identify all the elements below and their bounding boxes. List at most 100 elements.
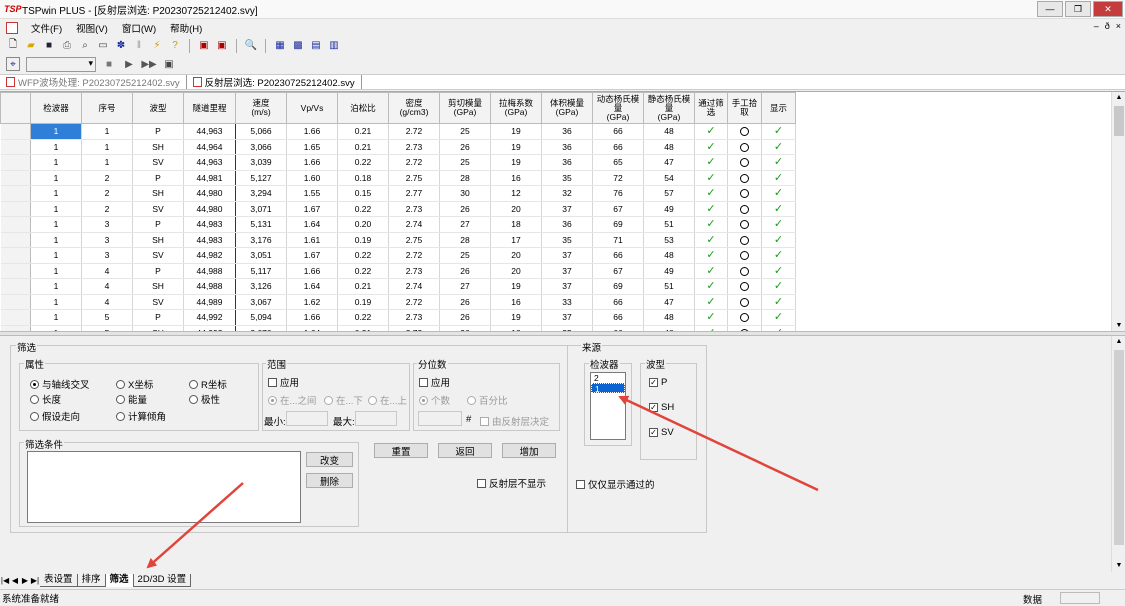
table-cell[interactable]: 2.72 — [388, 154, 440, 171]
table-cell[interactable]: 0.22 — [337, 247, 389, 264]
prev-sheet-icon[interactable]: ◀ — [10, 576, 20, 585]
table-cell[interactable]: 48 — [643, 309, 695, 326]
table-cell[interactable]: 37 — [541, 263, 593, 279]
show-check-cell[interactable]: ✓ — [761, 170, 796, 186]
checkbox[interactable] — [477, 478, 486, 488]
table-cell[interactable]: 3,067 — [235, 294, 287, 310]
table-cell[interactable]: 35 — [541, 232, 593, 248]
table-cell[interactable]: 2.77 — [388, 185, 440, 202]
table-cell[interactable]: 51 — [643, 216, 695, 233]
row-header[interactable] — [0, 232, 31, 248]
scroll-up-icon[interactable]: ▲ — [1112, 336, 1125, 348]
table-cell[interactable]: P — [132, 123, 184, 140]
column-header[interactable]: 检波器 — [30, 92, 82, 124]
preview-icon[interactable]: ⌕ — [78, 39, 92, 53]
table-cell[interactable]: 4 — [81, 263, 133, 279]
radio-above[interactable]: 在...上 — [368, 393, 407, 407]
table-cell[interactable]: 20 — [490, 201, 542, 217]
manual-pick-cell[interactable] — [727, 263, 762, 279]
table-row[interactable]: 1 1 P 44,963 5,066 1.66 0.21 2.72 25 19 36 66 48 ✓ ✓ — [0, 123, 796, 140]
table-cell[interactable]: 69 — [592, 216, 644, 233]
table-cell[interactable]: 44,963 — [183, 123, 236, 140]
table-cell[interactable]: 1 — [30, 247, 82, 264]
table-cell[interactable]: 44,983 — [183, 216, 236, 233]
radio-below[interactable]: 在...下 — [324, 393, 363, 407]
row-header[interactable] — [0, 294, 31, 310]
table-cell[interactable]: 0.15 — [337, 185, 389, 202]
export-icon[interactable]: ▣ — [197, 39, 211, 53]
table-cell[interactable]: 47 — [643, 154, 695, 171]
table-cell[interactable]: 44,988 — [183, 278, 236, 295]
table-cell[interactable]: 3,071 — [235, 201, 287, 217]
table-cell[interactable]: 12 — [490, 185, 542, 202]
table-cell[interactable]: 1.67 — [286, 247, 338, 264]
column-header[interactable]: 泊松比 — [337, 92, 389, 124]
pass-check-cell[interactable]: ✓ — [694, 139, 728, 155]
table-cell[interactable]: 1 — [81, 154, 133, 171]
quantile-input[interactable] — [418, 411, 462, 426]
table-cell[interactable]: 26 — [439, 294, 491, 310]
pass-check-cell[interactable]: ✓ — [694, 294, 728, 310]
table-cell[interactable]: 26 — [439, 263, 491, 279]
radio-percent[interactable]: 百分比 — [467, 393, 508, 407]
table-cell[interactable]: 1 — [30, 278, 82, 295]
table-cell[interactable]: 66 — [592, 309, 644, 326]
table-cell[interactable]: 51 — [643, 278, 695, 295]
table-cell[interactable]: P — [132, 216, 184, 233]
last-sheet-icon[interactable]: ▶| — [30, 576, 40, 585]
table-cell[interactable]: 2.72 — [388, 247, 440, 264]
column-header[interactable]: 隧道里程 — [183, 92, 236, 124]
column-header[interactable]: 静态杨氏模量 (GPa) — [643, 92, 695, 124]
table-cell[interactable]: 37 — [541, 201, 593, 217]
table-cell[interactable]: 66 — [592, 294, 644, 310]
table-cell[interactable]: 76 — [592, 185, 644, 202]
table-cell[interactable]: 0.21 — [337, 123, 389, 140]
menu-window[interactable]: 窗口(W) — [115, 21, 163, 35]
table-cell[interactable]: 5,131 — [235, 216, 287, 233]
table-cell[interactable]: 33 — [541, 294, 593, 310]
pass-check-cell[interactable]: ✓ — [694, 309, 728, 326]
table-cell[interactable]: 49 — [643, 201, 695, 217]
table-cell[interactable]: 1.66 — [286, 309, 338, 326]
column-header[interactable]: 拉梅系数 (GPa) — [490, 92, 542, 124]
table-cell[interactable]: 44,989 — [183, 294, 236, 310]
column-header[interactable]: 速度 (m/s) — [235, 92, 287, 124]
radio-length[interactable]: 长度 — [30, 392, 61, 406]
table-cell[interactable]: 1 — [81, 139, 133, 155]
table-cell[interactable]: 36 — [541, 216, 593, 233]
table-cell[interactable]: SH — [132, 185, 184, 202]
table-cell[interactable]: 1.60 — [286, 170, 338, 186]
table-cell[interactable]: 1.66 — [286, 263, 338, 279]
table-cell[interactable]: 3,039 — [235, 154, 287, 171]
table-cell[interactable]: 1.67 — [286, 201, 338, 217]
manual-pick-cell[interactable] — [727, 216, 762, 233]
table-cell[interactable]: 71 — [592, 232, 644, 248]
table-cell[interactable]: 0.20 — [337, 216, 389, 233]
table-cell[interactable]: 2.75 — [388, 170, 440, 186]
table-cell[interactable]: 37 — [541, 278, 593, 295]
show-check-cell[interactable]: ✓ — [761, 201, 796, 217]
list-item[interactable]: 2 — [591, 373, 625, 383]
table-cell[interactable]: 1 — [30, 216, 82, 233]
show-check-cell[interactable]: ✓ — [761, 278, 796, 295]
table-cell[interactable]: 3 — [81, 216, 133, 233]
table-cell[interactable]: 2 — [81, 170, 133, 186]
table-cell[interactable]: 25 — [439, 247, 491, 264]
radio-r-coord[interactable]: R坐标 — [189, 377, 227, 391]
table-cell[interactable]: 17 — [490, 232, 542, 248]
show-check-cell[interactable]: ✓ — [761, 294, 796, 310]
table-row[interactable]: 1 2 SV 44,980 3,071 1.67 0.22 2.73 26 20 37 67 49 ✓ ✓ — [0, 201, 796, 217]
pass-check-cell[interactable]: ✓ — [694, 170, 728, 186]
pass-check-cell[interactable]: ✓ — [694, 247, 728, 264]
pass-check-cell[interactable]: ✓ — [694, 232, 728, 248]
checkbox[interactable] — [419, 377, 428, 387]
table-cell[interactable]: 48 — [643, 139, 695, 155]
table-cell[interactable]: SH — [132, 139, 184, 155]
grid-scrollbar[interactable]: ▲ ▼ — [1111, 92, 1125, 331]
wave-sv-checkbox[interactable]: ✓ SV — [649, 427, 674, 438]
radio-energy[interactable]: 能量 — [116, 392, 147, 406]
table-cell[interactable]: SV — [132, 154, 184, 171]
table-cell[interactable]: 2.74 — [388, 216, 440, 233]
radio-button[interactable] — [116, 379, 125, 389]
column-header[interactable]: 序号 — [81, 92, 133, 124]
